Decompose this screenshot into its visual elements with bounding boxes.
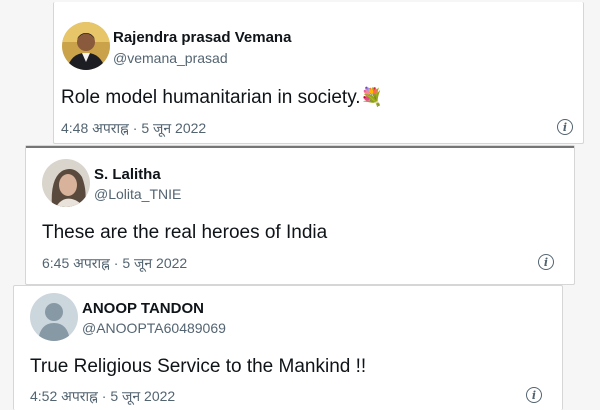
tweet-timestamp[interactable]: 4:48 अपराह्न · 5 जून 2022 — [61, 119, 206, 138]
tweet-text: True Religious Service to the Mankind !! — [30, 356, 367, 377]
author-handle[interactable]: @Lolita_TNIE — [94, 186, 181, 202]
tweet-timestamp[interactable]: 6:45 अपराह्न · 5 जून 2022 — [42, 254, 187, 273]
tweet-time: 4:48 अपराह्न — [61, 120, 129, 136]
card-divider — [26, 146, 574, 148]
bouquet-emoji: 💐 — [360, 87, 383, 107]
tweet-time: 4:52 अपराह्न — [30, 388, 98, 404]
tweet-date: 5 जून 2022 — [122, 255, 188, 271]
author-name[interactable]: Rajendra prasad Vemana — [113, 29, 291, 46]
tweet-card-rajendra[interactable]: Rajendra prasad Vemana @vemana_prasad Ro… — [53, 2, 584, 144]
tweet-time: 6:45 अपराह्न — [42, 255, 110, 271]
meta-separator: · — [132, 120, 138, 136]
avatar[interactable] — [42, 159, 90, 207]
author-name[interactable]: ANOOP TANDON — [82, 300, 204, 317]
tweet-text-content: Role model humanitarian in society. — [61, 87, 361, 108]
tweet-card-lalitha[interactable]: S. Lalitha @Lolita_TNIE These are the re… — [25, 145, 575, 285]
tweet-timestamp[interactable]: 4:52 अपराह्न · 5 जून 2022 — [30, 387, 175, 406]
meta-separator: · — [113, 255, 119, 271]
author-handle[interactable]: @vemana_prasad — [113, 50, 228, 66]
author-name[interactable]: S. Lalitha — [94, 166, 161, 183]
tweet-card-anoop[interactable]: ANOOP TANDON @ANOOPTA60489069 True Relig… — [13, 285, 563, 410]
info-icon[interactable]: i — [526, 387, 542, 403]
info-icon[interactable]: i — [538, 254, 554, 270]
author-handle[interactable]: @ANOOPTA60489069 — [82, 320, 226, 336]
avatar[interactable] — [62, 22, 110, 70]
tweet-date: 5 जून 2022 — [141, 120, 207, 136]
tweet-date: 5 जून 2022 — [110, 388, 176, 404]
tweet-text: Role model humanitarian in society.💐 — [61, 87, 383, 109]
avatar[interactable] — [30, 293, 78, 341]
tweet-text: These are the real heroes of India — [42, 222, 328, 243]
info-icon[interactable]: i — [557, 119, 573, 135]
meta-separator: · — [101, 388, 107, 404]
